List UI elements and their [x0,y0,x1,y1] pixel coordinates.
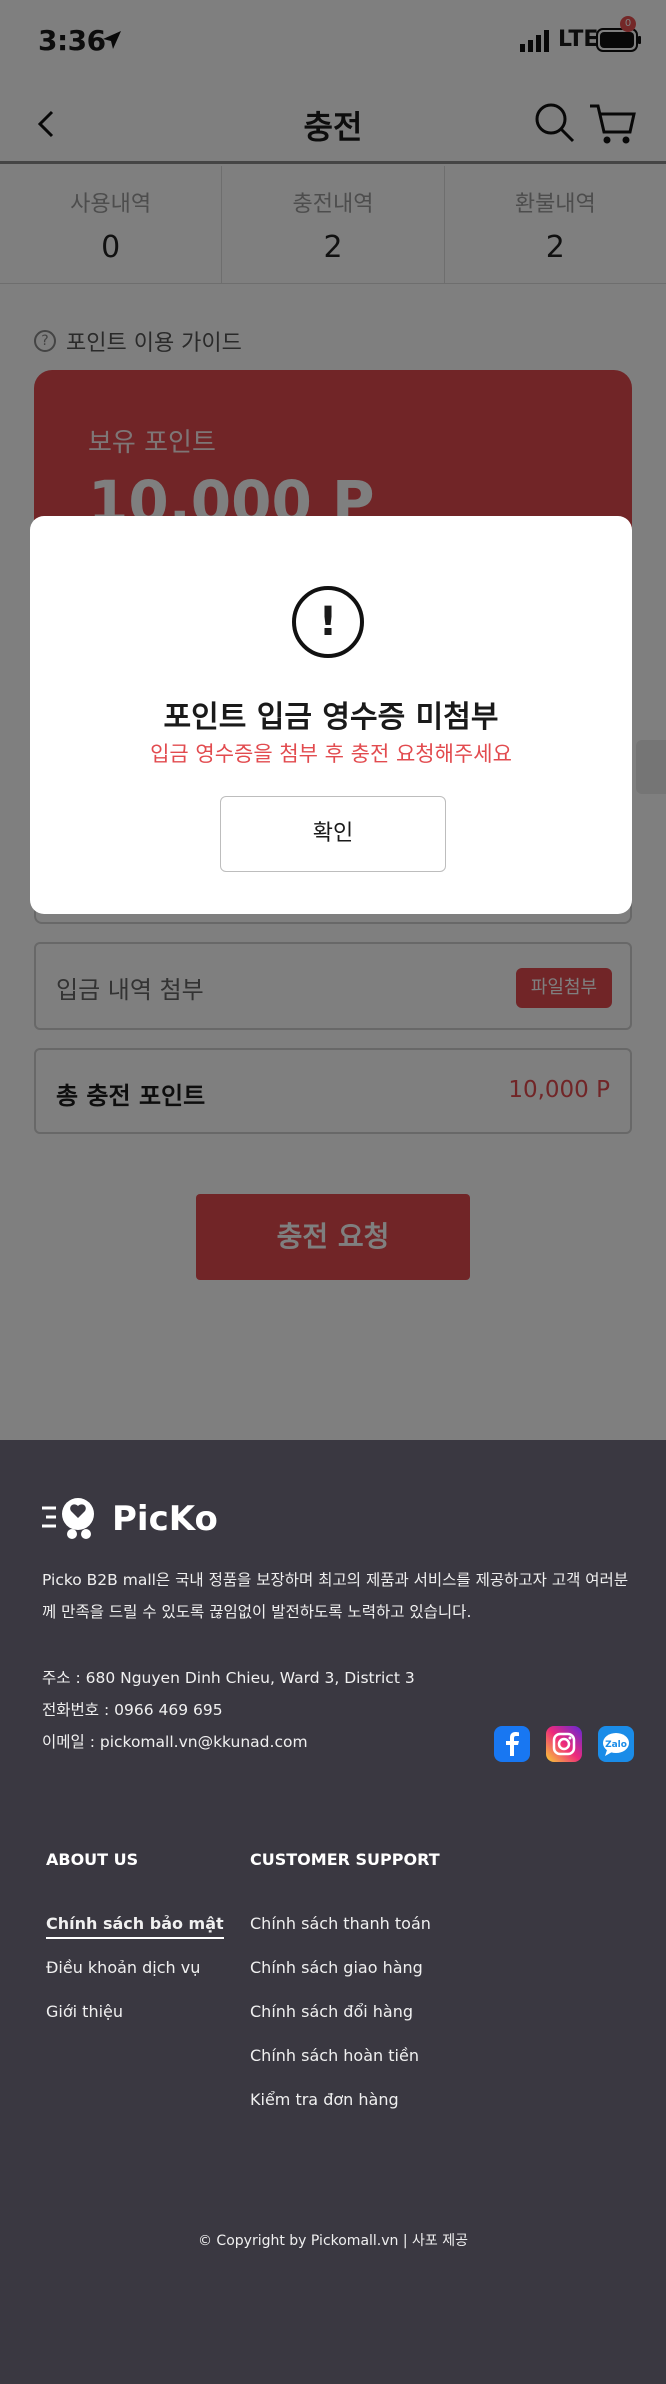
exclamation-icon: ! [292,586,364,658]
svg-text:Zalo: Zalo [605,1740,627,1750]
modal-title: 포인트 입금 영수증 미첨부 [163,700,499,735]
link-refund-policy[interactable]: Chính sách hoàn tiền [250,2046,419,2065]
instagram-icon[interactable] [546,1726,582,1762]
link-payment-policy[interactable]: Chính sách thanh toán [250,1914,431,1933]
link-terms-of-service[interactable]: Điều khoản dịch vụ [46,1958,200,1977]
footer-address: 주소 : 680 Nguyen Dinh Chieu, Ward 3, Dist… [42,1669,415,1687]
link-exchange-policy[interactable]: Chính sách đổi hàng [250,2002,413,2021]
alert-modal: ! 포인트 입금 영수증 미첨부 입금 영수증을 첨부 후 충전 요청해주세요 … [30,516,632,914]
logo-text: PicKo [112,1499,218,1539]
footer-email: 이메일 : pickomall.vn@kkunad.com [42,1733,308,1751]
facebook-icon[interactable] [494,1726,530,1762]
link-privacy-policy[interactable]: Chính sách bảo mật [46,1914,224,1939]
copyright: © Copyright by Pickomall.vn | 사포 제공 [197,2233,469,2249]
link-shipping-policy[interactable]: Chính sách giao hàng [250,1958,423,1977]
footer-phone: 전화번호 : 0966 469 695 [42,1701,223,1719]
link-introduction[interactable]: Giới thiệu [46,2002,123,2021]
about-us-title: ABOUT US [46,1850,139,1869]
customer-support-title: CUSTOMER SUPPORT [250,1850,440,1869]
picko-logo: PicKo [42,1498,218,1539]
footer: PicKo Picko B2B mall은 국내 정품을 보장하며 최고의 제품… [0,1440,666,2384]
link-order-check[interactable]: Kiểm tra đơn hàng [250,2090,399,2109]
footer-description: Picko B2B mall은 국내 정품을 보장하며 최고의 제품과 서비스를… [42,1571,629,1621]
footer-contact: 주소 : 680 Nguyen Dinh Chieu, Ward 3, Dist… [42,1662,415,1758]
modal-subtitle: 입금 영수증을 첨부 후 충전 요청해주세요 [150,742,512,766]
confirm-button[interactable]: 확인 [220,796,446,872]
zalo-icon[interactable]: Zalo [598,1726,634,1762]
